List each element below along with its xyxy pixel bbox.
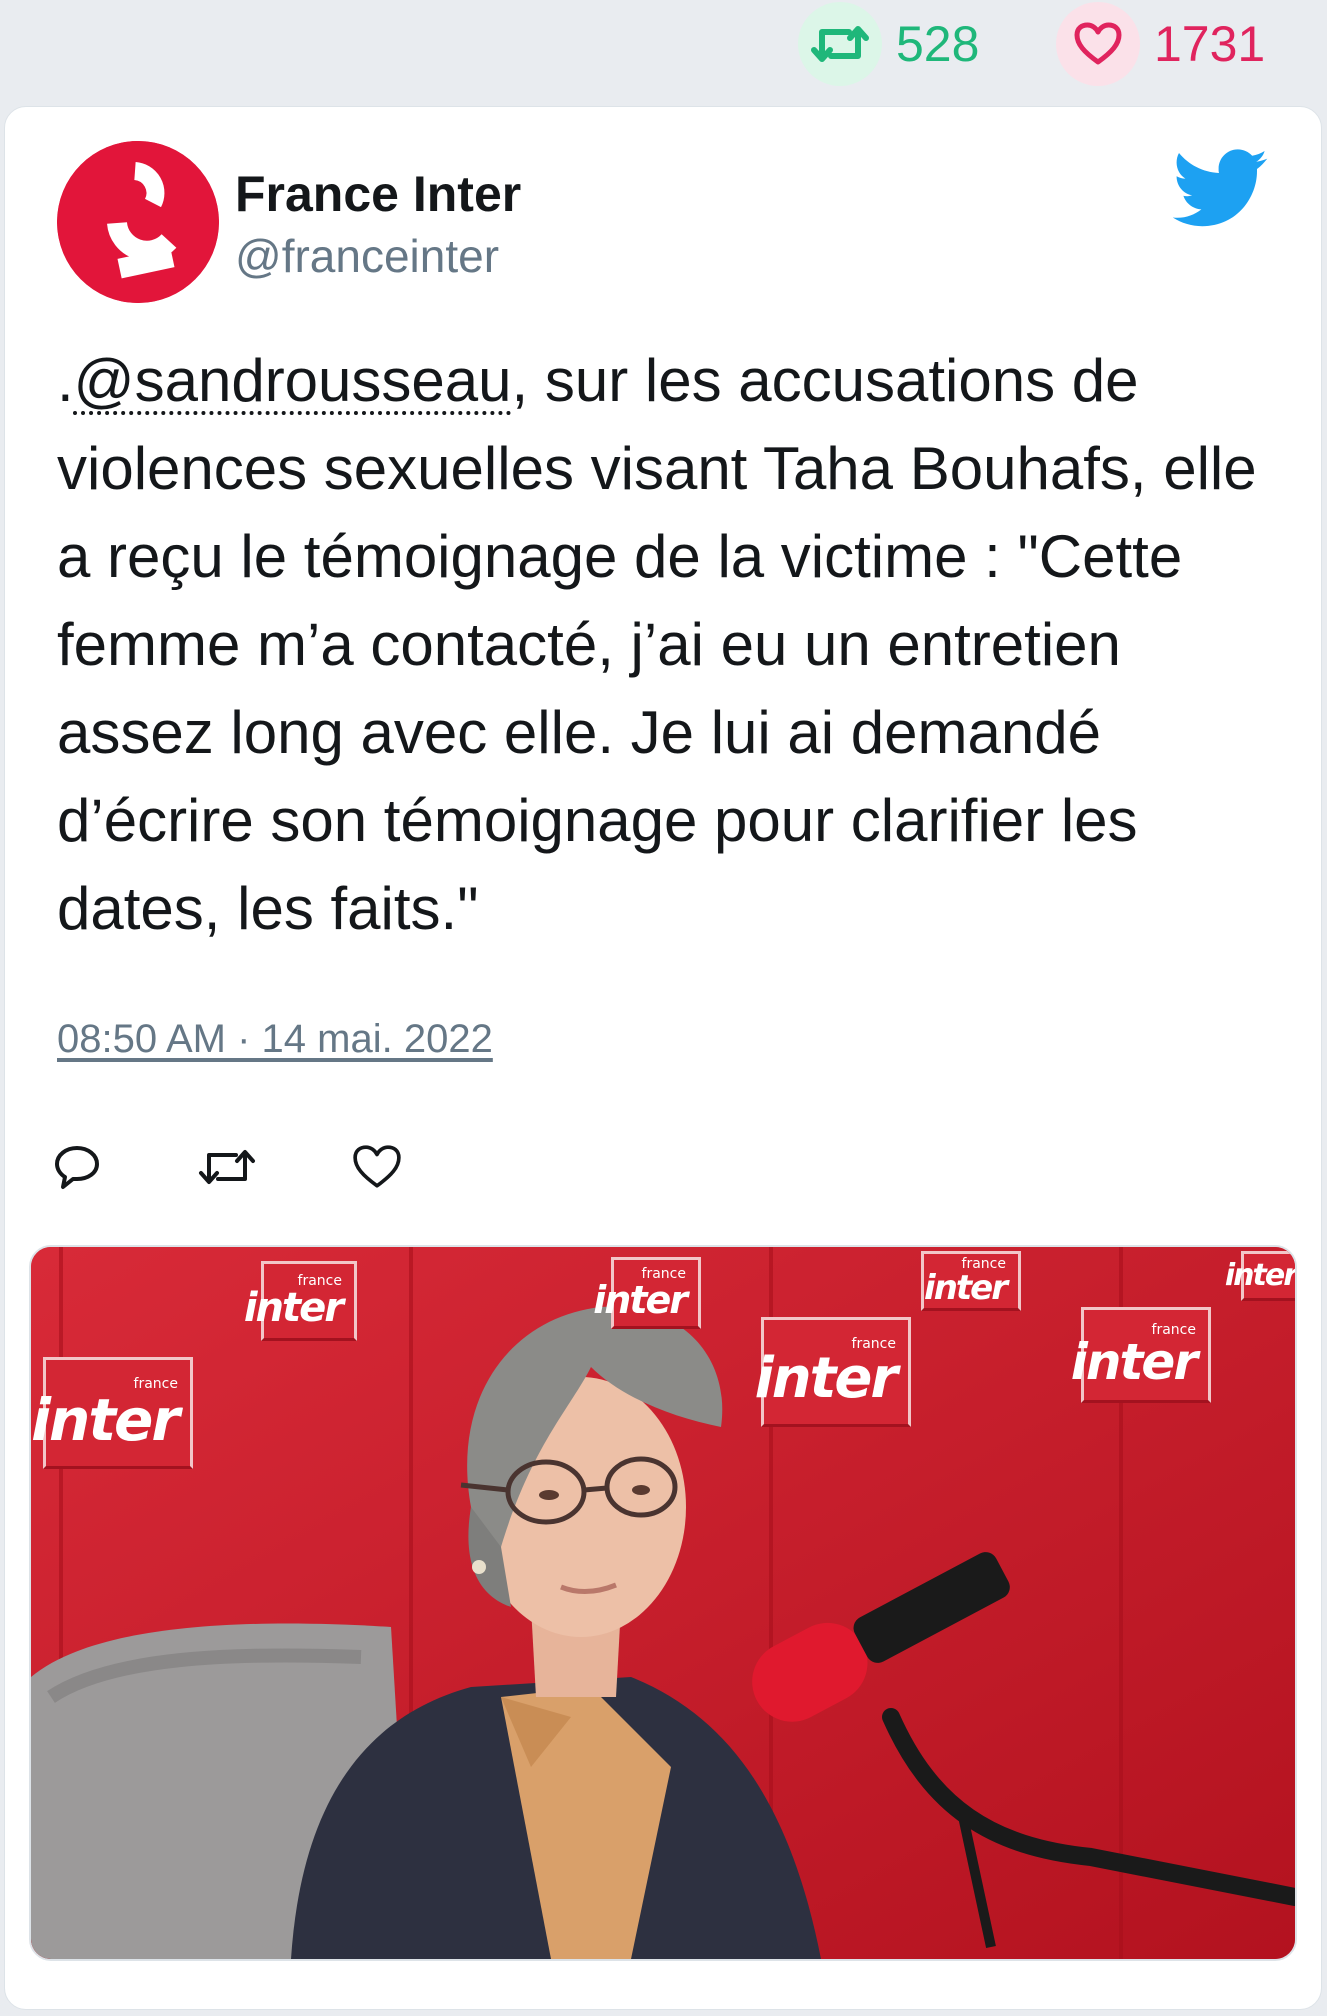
retweet-action-icon	[199, 1150, 255, 1184]
wall-logo: france inter	[244, 1261, 357, 1341]
wall-logo: france inter	[31, 1357, 193, 1469]
retweet-stat[interactable]: 528	[798, 2, 979, 86]
tweet-text: .@sandrousseau, sur les accusations de v…	[57, 337, 1287, 953]
heart-icon	[1056, 2, 1140, 86]
tweet-media-photo[interactable]: france inter france inter france inter f…	[29, 1245, 1297, 1961]
wall-logo: france inter	[921, 1251, 1021, 1311]
like-stat[interactable]: 1731	[1056, 2, 1265, 86]
tweet-timestamp[interactable]: 08:50 AM · 14 mai. 2022	[57, 1017, 493, 1062]
reply-icon	[55, 1146, 99, 1189]
retweet-button[interactable]	[197, 1137, 257, 1197]
twitter-bird-icon[interactable]	[1172, 149, 1269, 229]
engagement-stats: 528 1731	[0, 0, 1327, 100]
tweet-prefix: .	[57, 347, 74, 414]
account-handle[interactable]: @franceinter	[235, 229, 499, 283]
tweet-body: , sur les accusations de violences sexue…	[57, 347, 1274, 942]
like-button[interactable]	[347, 1137, 407, 1197]
wall-logo: france inter	[1071, 1307, 1211, 1403]
heart-action-icon	[353, 1145, 401, 1188]
retweet-count: 528	[896, 16, 980, 72]
wall-logo: france inter	[755, 1317, 911, 1427]
retweet-icon	[798, 2, 882, 86]
account-name[interactable]: France Inter	[235, 165, 521, 223]
wall-logo: inter	[1225, 1251, 1295, 1301]
mention-link[interactable]: @sandrousseau	[74, 347, 512, 414]
avatar[interactable]	[57, 141, 219, 303]
like-count: 1731	[1154, 16, 1266, 72]
tweet-card: France Inter @franceinter .@sandrousseau…	[4, 106, 1322, 2010]
reply-button[interactable]	[47, 1137, 107, 1197]
france-inter-logo-icon	[57, 141, 219, 303]
wall-logo: france inter	[593, 1257, 701, 1329]
